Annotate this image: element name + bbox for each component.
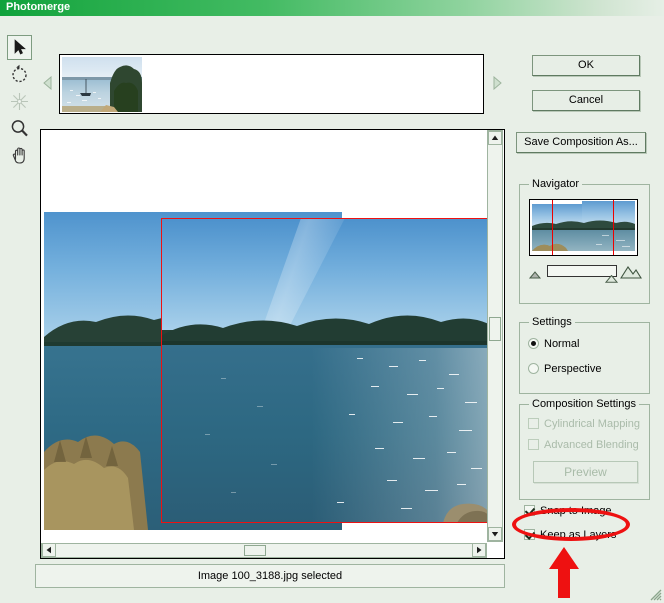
- preview-button: Preview: [533, 461, 638, 483]
- photomerge-dialog: Photomerge Image 100_3188.jpg selected O…: [0, 0, 664, 603]
- composition-work-area[interactable]: [40, 129, 505, 559]
- cylindrical-mapping-label: Cylindrical Mapping: [544, 418, 640, 430]
- snap-to-image-label: Snap to Image: [540, 505, 612, 517]
- navigator-thumbnail[interactable]: [529, 199, 638, 256]
- checkbox-cylindrical-mapping: [528, 418, 539, 429]
- window-resize-grip[interactable]: [648, 587, 662, 601]
- checkbox-advanced-blending: [528, 439, 539, 450]
- select-image-tool[interactable]: [7, 35, 32, 60]
- settings-legend: Settings: [529, 316, 575, 328]
- navigator-view-line-left: [552, 200, 553, 255]
- scroll-up-button[interactable]: [488, 131, 502, 145]
- scroll-right-button[interactable]: [472, 543, 486, 557]
- options-panel: OK Cancel Save Composition As... Navigat…: [512, 32, 664, 603]
- composition-settings-group: Composition Settings Cylindrical Mapping…: [519, 398, 650, 500]
- settings-group: Settings Normal Perspective: [519, 316, 650, 394]
- window-title: Photomerge: [6, 1, 71, 13]
- large-mountain-icon[interactable]: [620, 265, 642, 279]
- composition-canvas[interactable]: [41, 130, 489, 542]
- scroll-left-button[interactable]: [42, 543, 56, 557]
- settings-option-perspective[interactable]: Perspective: [528, 363, 601, 375]
- lightbox-prev-arrow[interactable]: [42, 76, 54, 90]
- save-composition-button[interactable]: Save Composition As...: [516, 132, 646, 153]
- option-advanced-blending: Advanced Blending: [528, 439, 639, 451]
- small-mountain-icon[interactable]: [528, 269, 544, 279]
- radio-perspective[interactable]: [528, 363, 539, 374]
- window-titlebar[interactable]: Photomerge: [0, 0, 664, 16]
- navigator-group: Navigator: [519, 178, 650, 304]
- keep-as-layers-label: Keep as Layers: [540, 529, 617, 541]
- scroll-vertical-thumb[interactable]: [489, 317, 501, 341]
- radio-normal[interactable]: [528, 338, 539, 349]
- status-bar: Image 100_3188.jpg selected: [35, 564, 505, 588]
- composition-settings-legend: Composition Settings: [529, 398, 639, 410]
- lightbox-thumbnail[interactable]: [62, 57, 142, 112]
- navigator-view-line-right: [613, 200, 614, 255]
- tool-palette: [7, 35, 34, 170]
- advanced-blending-label: Advanced Blending: [544, 439, 639, 451]
- hand-tool[interactable]: [7, 143, 32, 168]
- dialog-body: Image 100_3188.jpg selected OK Cancel Sa…: [0, 16, 664, 603]
- lightbox-strip[interactable]: [59, 54, 484, 114]
- navigator-legend: Navigator: [529, 178, 583, 190]
- navigator-zoom-slider-thumb[interactable]: [605, 275, 618, 283]
- checkbox-snap-to-image[interactable]: [524, 505, 535, 516]
- checkbox-keep-as-layers[interactable]: [524, 529, 535, 540]
- lightbox-next-arrow[interactable]: [491, 76, 503, 90]
- rotate-image-tool[interactable]: [7, 62, 32, 87]
- scroll-horizontal-thumb[interactable]: [244, 545, 266, 556]
- ok-button[interactable]: OK: [532, 55, 640, 76]
- canvas-horizontal-scrollbar[interactable]: [41, 543, 487, 558]
- zoom-tool[interactable]: [7, 116, 32, 141]
- canvas-vertical-scrollbar[interactable]: [487, 130, 503, 542]
- option-snap-to-image[interactable]: Snap to Image: [524, 505, 612, 517]
- radio-normal-label: Normal: [544, 338, 580, 350]
- settings-option-normal[interactable]: Normal: [528, 338, 579, 350]
- scroll-down-button[interactable]: [488, 527, 502, 541]
- cancel-button[interactable]: Cancel: [532, 90, 640, 111]
- radio-perspective-label: Perspective: [544, 363, 602, 375]
- vanishing-point-tool: [7, 89, 32, 114]
- panorama-image-right[interactable]: [161, 218, 489, 523]
- lightbox-area: [40, 54, 505, 116]
- option-keep-as-layers[interactable]: Keep as Layers: [524, 529, 616, 541]
- option-cylindrical-mapping: Cylindrical Mapping: [528, 418, 640, 430]
